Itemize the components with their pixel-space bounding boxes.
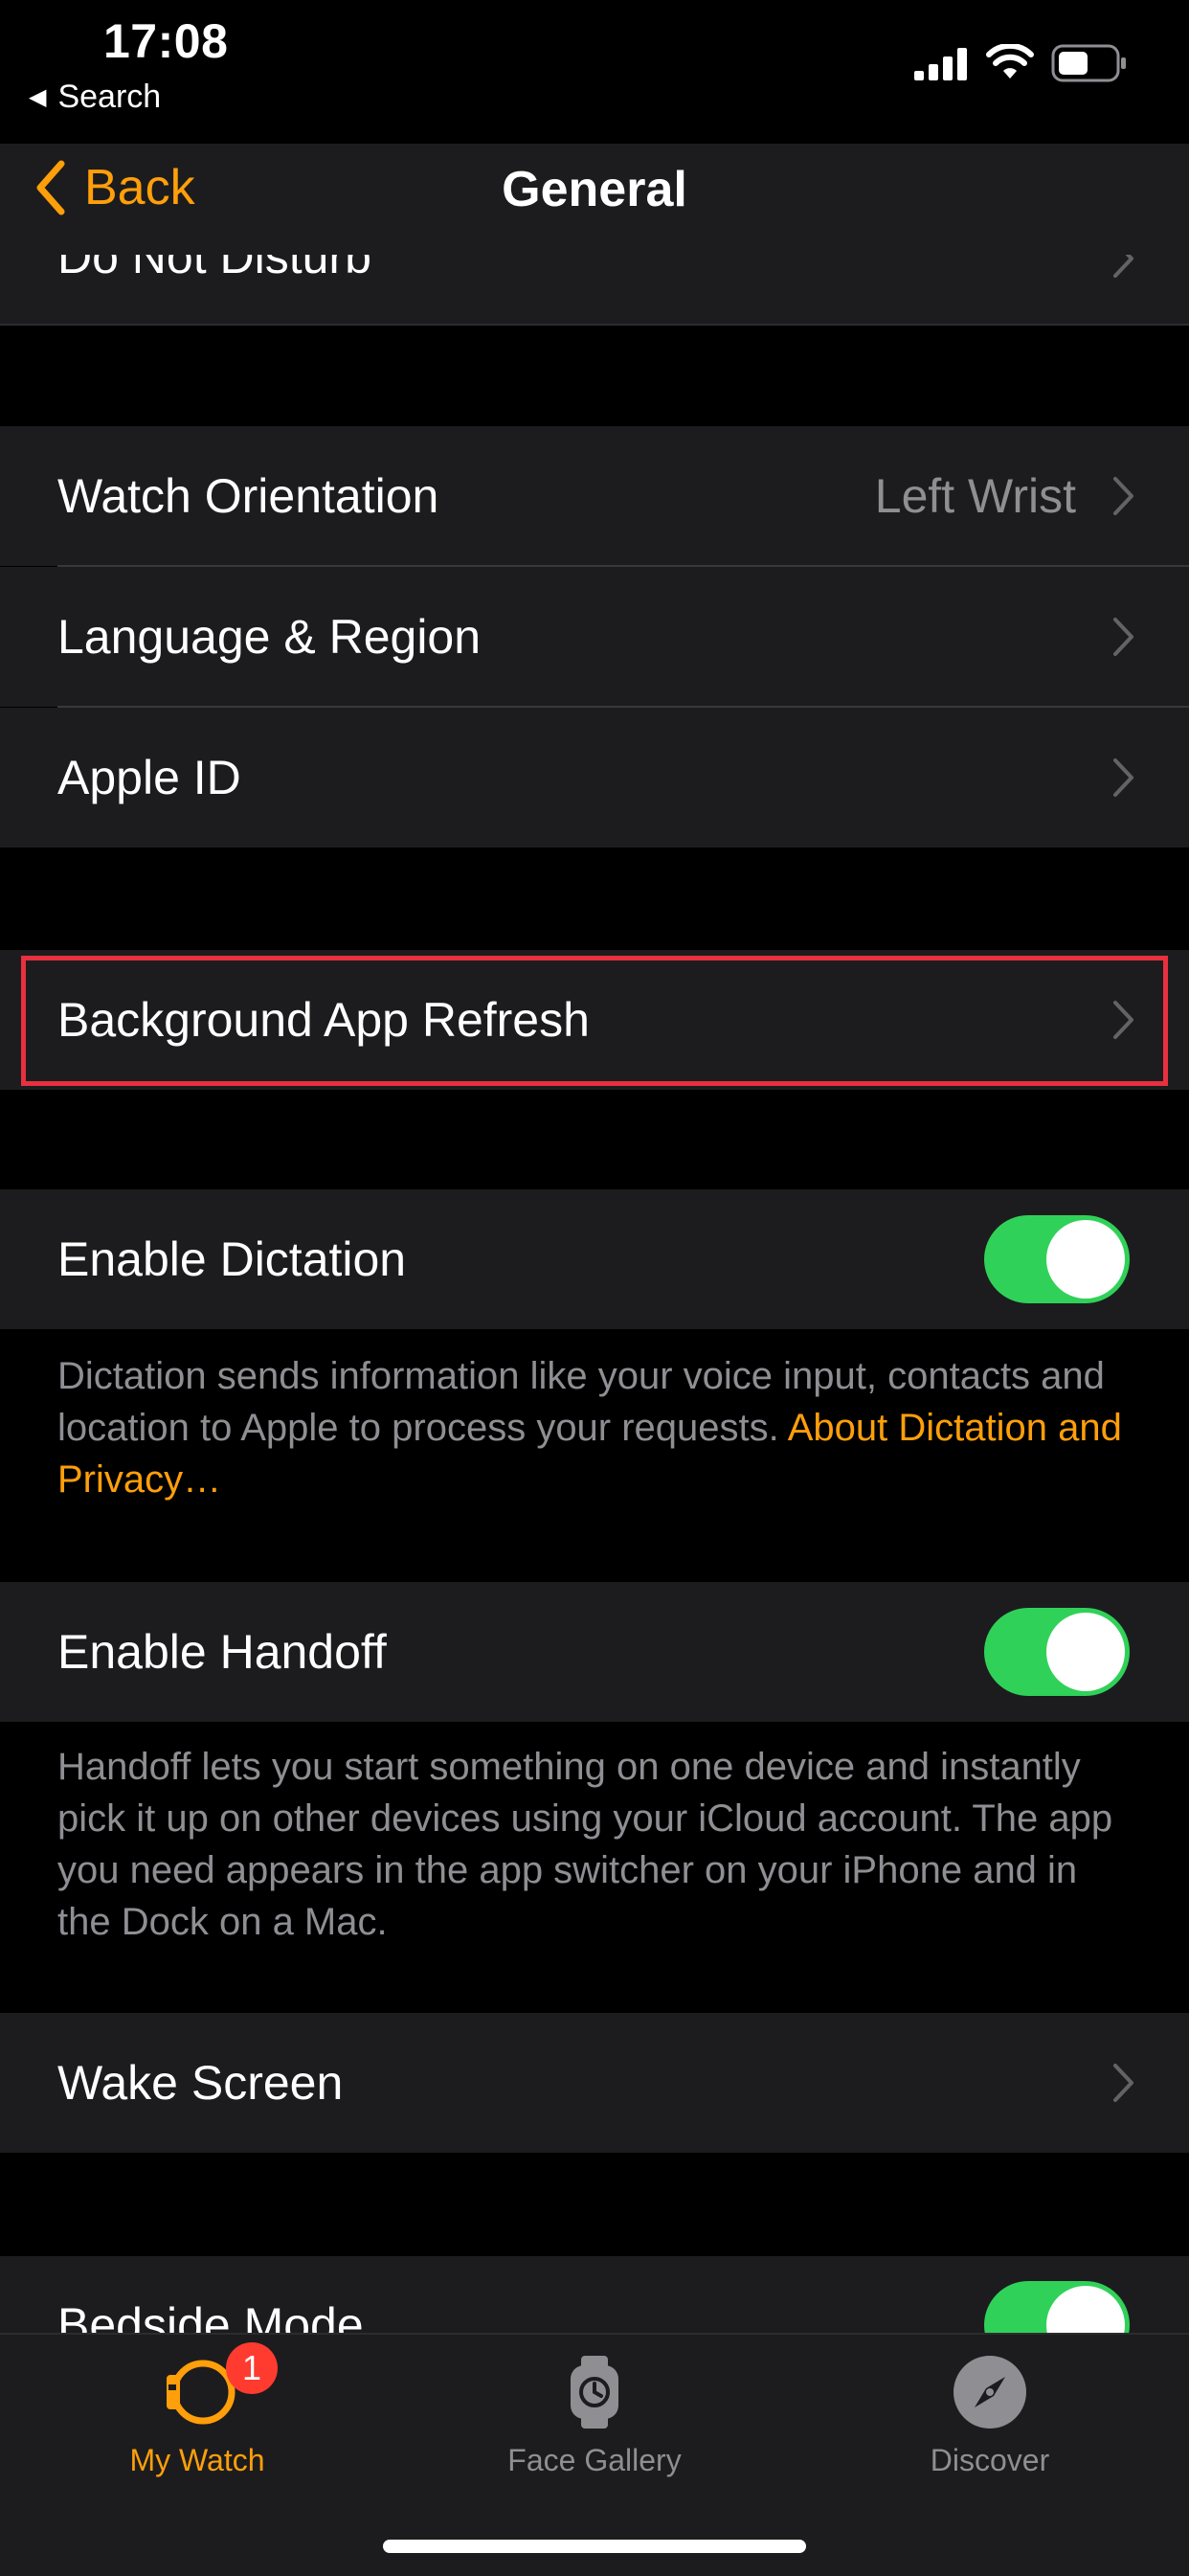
row-apple-id[interactable]: Apple ID [0,708,1189,847]
section-divider [0,324,1189,326]
row-label: Language & Region [57,610,482,664]
row-enable-handoff: Enable Handoff [0,1582,1189,1722]
back-to-app-link[interactable]: ◀ Search [29,79,161,116]
row-label: Wake Screen [57,2056,344,2110]
highlight-box [21,956,1168,1086]
chevron-right-icon [1113,2064,1133,2102]
page-title: General [502,162,687,217]
dictation-footnote: Dictation sends information like your vo… [57,1350,1139,1505]
back-triangle-icon: ◀ [29,84,47,110]
row-enable-dictation: Enable Dictation [0,1189,1189,1329]
wifi-icon [986,44,1034,79]
chevron-right-icon [1113,758,1133,797]
battery-icon [1051,44,1126,82]
tab-label: Discover [930,2443,1050,2477]
watch-icon [167,2360,236,2425]
notification-badge: 1 [226,2342,278,2394]
toggle-knob [1046,1220,1125,1299]
tab-my-watch[interactable]: My Watch [54,2352,341,2478]
chevron-right-icon [1113,477,1133,515]
tab-face-gallery[interactable]: Face Gallery [451,2352,738,2478]
signal-icon [914,48,967,80]
row-label: Watch Orientation [57,469,439,523]
status-time: 17:08 [103,14,229,68]
home-indicator [383,2540,806,2553]
face-gallery-icon [571,2356,618,2429]
toggle-knob [1046,1613,1125,1691]
row-label: Enable Dictation [57,1232,407,1286]
tab-label: My Watch [129,2443,265,2477]
dictation-toggle[interactable] [984,1215,1130,1303]
row-watch-orientation[interactable]: Watch Orientation Left Wrist [0,426,1189,566]
chevron-right-icon [1113,618,1133,656]
handoff-footnote: Handoff lets you start something on one … [57,1746,1113,1943]
back-app-label: Search [57,79,162,115]
row-language-region[interactable]: Language & Region [0,567,1189,707]
row-value: Left Wrist [874,469,1076,523]
row-label: Enable Handoff [57,1625,387,1679]
tab-discover[interactable]: Discover [846,2352,1133,2478]
tab-label: Face Gallery [507,2443,682,2477]
handoff-toggle[interactable] [984,1608,1130,1696]
row-label: Apple ID [57,751,241,804]
row-wake-screen[interactable]: Wake Screen [0,2013,1189,2153]
compass-icon [953,2356,1026,2429]
